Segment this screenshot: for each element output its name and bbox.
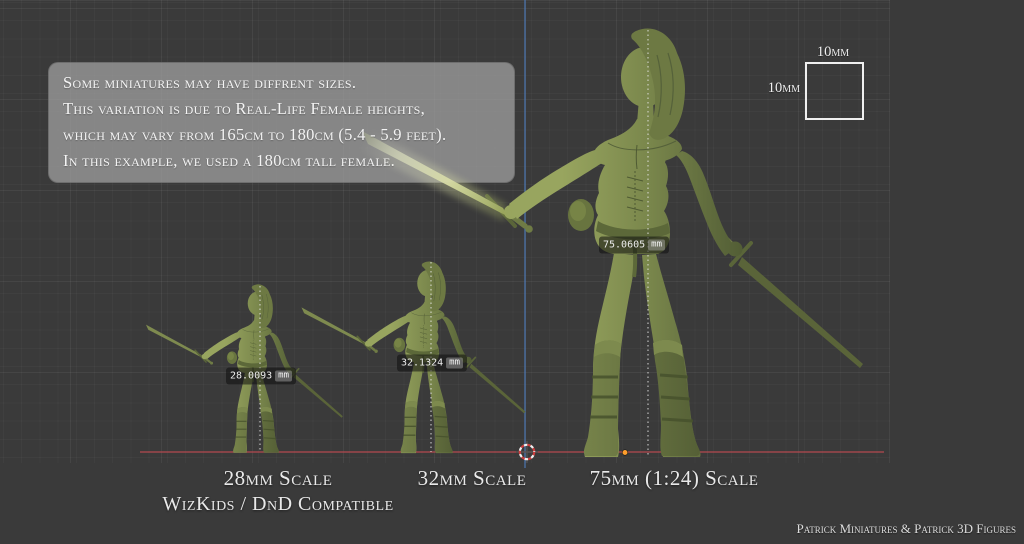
measurement-badge-75mm: 75.0605 mm xyxy=(599,237,669,254)
scale-label-28mm: 28mm Scale xyxy=(224,466,333,491)
measurement-badge-32mm: 32.1324 mm xyxy=(397,355,467,372)
watermark: Patrick Miniatures & Patrick 3D Figures xyxy=(796,521,1016,537)
measurement-value: 32.1324 xyxy=(401,358,443,368)
measurement-value: 28.0093 xyxy=(230,371,272,381)
measurement-unit: mm xyxy=(446,358,463,369)
reference-square-top-label: 10mm xyxy=(817,44,849,61)
measurement-unit: mm xyxy=(275,371,292,382)
info-line-1: Some miniatures may have diffrent sizes. xyxy=(63,70,500,96)
scale-label-75mm: 75mm (1:24) Scale xyxy=(590,466,759,491)
measurement-unit: mm xyxy=(648,240,665,251)
3d-cursor-icon[interactable] xyxy=(516,441,538,463)
reference-square-side-label: 10mm xyxy=(768,80,800,97)
info-line-2: This variation is due to Real-Life Femal… xyxy=(63,96,500,122)
measurement-badge-28mm: 28.0093 mm xyxy=(226,368,296,385)
measurement-value: 75.0605 xyxy=(603,240,645,250)
scale-label-32mm: 32mm Scale xyxy=(418,466,527,491)
scale-sublabel-28mm: WizKids / DnD Compatible xyxy=(162,493,393,516)
origin-dot xyxy=(622,450,628,456)
info-box: Some miniatures may have diffrent sizes.… xyxy=(48,62,515,183)
reference-square xyxy=(805,62,864,120)
info-line-4: In this example, we used a 180cm tall fe… xyxy=(63,148,500,174)
info-line-3: which may vary from 165cm to 180cm (5.4 … xyxy=(63,122,500,148)
viewport[interactable]: Some miniatures may have diffrent sizes.… xyxy=(0,0,1024,544)
